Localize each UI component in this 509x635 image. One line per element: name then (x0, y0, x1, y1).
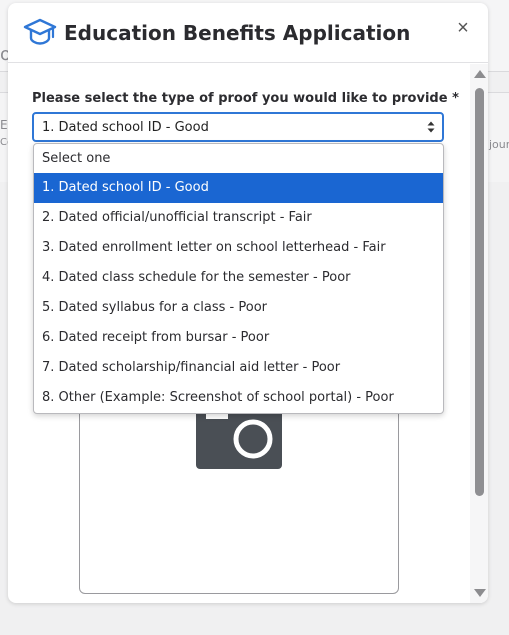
scroll-down-arrow-icon[interactable] (474, 589, 486, 597)
option-syllabus[interactable]: 5. Dated syllabus for a class - Poor (34, 293, 443, 323)
option-scholarship-letter[interactable]: 7. Dated scholarship/financial aid lette… (34, 353, 443, 383)
option-enrollment-letter[interactable]: 3. Dated enrollment letter on school let… (34, 233, 443, 263)
modal-header: Education Benefits Application × (8, 3, 488, 63)
option-bursar-receipt[interactable]: 6. Dated receipt from bursar - Poor (34, 323, 443, 353)
modal-title: Education Benefits Application (64, 21, 411, 45)
graduation-cap-icon (23, 18, 57, 48)
option-select-one[interactable]: Select one (34, 144, 443, 173)
option-dated-school-id[interactable]: 1. Dated school ID - Good (34, 173, 443, 203)
select-arrows-icon (426, 119, 436, 135)
close-button[interactable]: × (452, 17, 474, 39)
modal-scrollbar[interactable] (470, 64, 488, 603)
scroll-up-arrow-icon[interactable] (474, 70, 486, 78)
option-class-schedule[interactable]: 4. Dated class schedule for the semester… (34, 263, 443, 293)
scroll-thumb[interactable] (475, 88, 484, 496)
proof-type-selected-value: 1. Dated school ID - Good (42, 120, 209, 135)
proof-type-label: Please select the type of proof you woul… (32, 91, 459, 106)
proof-type-dropdown-list: Select one 1. Dated school ID - Good 2. … (33, 143, 444, 414)
proof-type-select[interactable]: 1. Dated school ID - Good (32, 112, 444, 142)
background-text-fragment: jour (489, 138, 509, 151)
option-other[interactable]: 8. Other (Example: Screenshot of school … (34, 383, 443, 413)
option-transcript[interactable]: 2. Dated official/unofficial transcript … (34, 203, 443, 233)
